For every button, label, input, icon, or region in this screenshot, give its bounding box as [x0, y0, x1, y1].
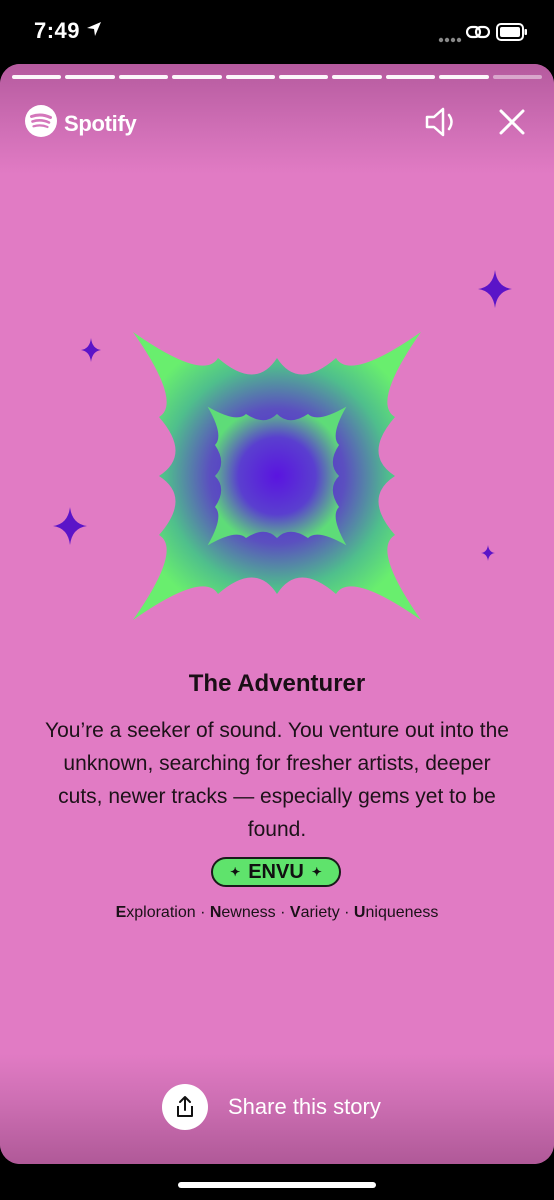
location-arrow-icon: [86, 21, 102, 42]
share-icon[interactable]: [162, 1084, 208, 1130]
close-icon[interactable]: [498, 108, 526, 141]
sparkle-icon: [53, 507, 87, 550]
trait-separator: ·: [280, 904, 286, 921]
progress-segment: [385, 75, 436, 79]
spotify-logo: Spotify: [24, 104, 137, 143]
progress-segment: [172, 75, 222, 79]
trait-separator: ·: [344, 904, 350, 921]
sparkle-icon: [478, 270, 512, 313]
progress-segment: [279, 75, 329, 79]
burst-artwork: [127, 326, 427, 631]
battery-icon: [496, 22, 528, 47]
progress-segment: [225, 75, 276, 79]
progress-segment: [439, 75, 489, 79]
share-story-button[interactable]: Share this story: [162, 1084, 381, 1130]
progress-segment: [12, 75, 62, 79]
trait-uniqueness: Uniqueness: [353, 904, 439, 921]
trait-variety: Variety: [289, 904, 340, 921]
status-bar: 7:49: [0, 0, 554, 62]
link-icon: [465, 22, 491, 47]
sparkle-icon: [81, 338, 101, 367]
share-label[interactable]: Share this story: [228, 1094, 381, 1120]
signal-dots-icon: [438, 30, 462, 48]
traits-line: Exploration · Newness · Variety · Unique…: [0, 904, 554, 922]
sparkle-icon: [481, 545, 495, 566]
trait-separator: ·: [200, 904, 206, 921]
persona-description: You’re a seeker of sound. You venture ou…: [45, 719, 509, 841]
story-progress-bar: [12, 75, 543, 79]
trait-newness: Newness: [209, 904, 276, 921]
home-indicator[interactable]: [178, 1182, 376, 1188]
speaker-icon[interactable]: [424, 106, 460, 143]
story-card[interactable]: Spotify The Adventurer You’re a seeker o…: [0, 64, 554, 1164]
badge-label: ENVU: [248, 860, 304, 883]
spotify-logo-icon: [24, 104, 58, 143]
status-time: 7:49: [34, 18, 81, 43]
progress-segment: [65, 75, 115, 79]
progress-segment: [118, 75, 169, 79]
persona-title: The Adventurer: [188, 670, 366, 697]
progress-segment: [332, 75, 382, 79]
progress-segment: [492, 75, 543, 79]
brand-name: Spotify: [64, 110, 137, 136]
star-icon: ✦: [230, 865, 241, 879]
star-icon: ✦: [311, 865, 322, 879]
persona-code-badge: ✦ ENVU ✦: [211, 857, 341, 887]
trait-exploration: Exploration: [115, 904, 196, 921]
